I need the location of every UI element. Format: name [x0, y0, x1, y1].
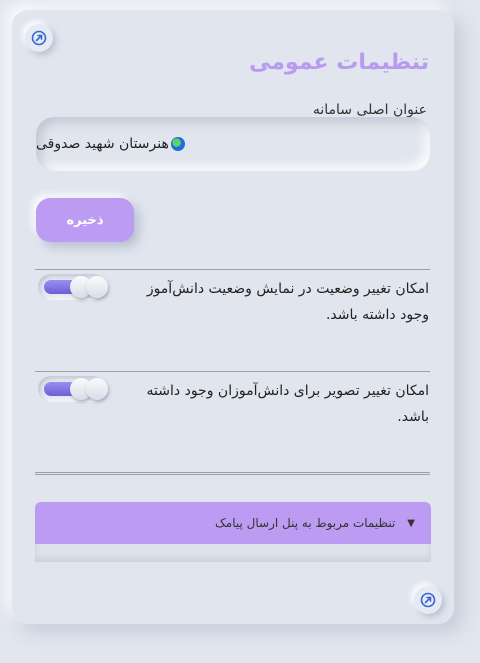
- accordion-body: [35, 544, 431, 562]
- accordion-label: تنظیمات مربوط به پنل ارسال پیامک: [215, 516, 396, 530]
- toggle-knob: [86, 378, 108, 400]
- toggle-image-change[interactable]: [38, 376, 108, 402]
- divider: [35, 371, 430, 372]
- caret-down-icon: ▼: [407, 517, 415, 529]
- divider: [35, 269, 430, 270]
- divider-double: [35, 472, 430, 475]
- save-button[interactable]: ذخیره: [36, 198, 134, 242]
- toggle-status-change[interactable]: [38, 274, 108, 300]
- setting-text-status-change: امکان تغییر وضعیت در نمایش وضعیت دانش‌آم…: [146, 281, 429, 323]
- page-title: تنظیمات عمومی: [249, 50, 429, 75]
- settings-card: تنظیمات عمومی عنوان اصلی سامانه هنرستان …: [12, 10, 454, 624]
- globe-icon: [170, 137, 185, 151]
- arrow-up-right-circle-icon: [31, 30, 47, 46]
- setting-text-image-change: امکان تغییر تصویر برای دانش‌آموزان وجود …: [146, 383, 429, 425]
- corner-link-button-bottom[interactable]: [414, 586, 442, 614]
- sms-panel-accordion-header[interactable]: ▼ تنظیمات مربوط به پنل ارسال پیامک: [35, 502, 431, 544]
- corner-link-button-top[interactable]: [25, 24, 53, 52]
- system-title-label: عنوان اصلی سامانه: [312, 102, 427, 118]
- system-title-value: هنرستان شهید صدوقی: [36, 136, 169, 152]
- arrow-up-right-circle-icon: [420, 592, 436, 608]
- system-title-input[interactable]: هنرستان شهید صدوقی: [36, 117, 430, 171]
- toggle-knob: [86, 276, 108, 298]
